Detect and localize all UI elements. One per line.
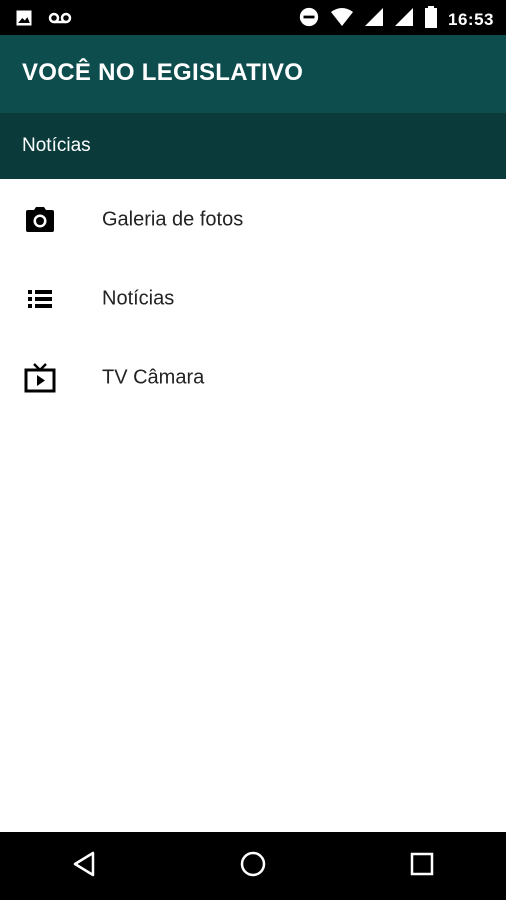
wifi-icon [330, 7, 354, 32]
menu-item-galeria-de-fotos[interactable]: Galeria de fotos [0, 180, 506, 259]
recents-icon [409, 851, 435, 882]
do-not-disturb-icon [298, 6, 320, 33]
section-title: Notícias [22, 135, 91, 156]
list-icon [24, 283, 56, 315]
navigation-bar [0, 832, 506, 900]
menu-item-label: Notícias [102, 287, 175, 309]
menu-item-noticias[interactable]: Notícias [0, 259, 506, 338]
menu-item-tv-camara[interactable]: TV Câmara [0, 338, 506, 417]
image-icon [14, 8, 34, 33]
status-bar: 16:53 [0, 0, 506, 35]
menu-item-label: TV Câmara [102, 366, 205, 388]
tv-icon [24, 362, 56, 394]
home-button[interactable] [223, 836, 283, 896]
clock: 16:53 [448, 9, 494, 29]
back-icon [71, 850, 97, 883]
camera-icon [24, 204, 56, 236]
voicemail-icon [48, 10, 72, 31]
signal-icon [364, 7, 384, 32]
menu-list: Galeria de fotos Notícias TV Câmara [0, 180, 506, 417]
signal-icon-2 [394, 7, 414, 32]
battery-icon [424, 6, 438, 33]
menu-item-label: Galeria de fotos [102, 208, 244, 230]
recents-button[interactable] [392, 836, 452, 896]
app-title: VOCÊ NO LEGISLATIVO [22, 59, 304, 86]
home-icon [239, 850, 267, 883]
app-bar: VOCÊ NO LEGISLATIVO [0, 35, 506, 113]
section-header: Notícias [0, 113, 506, 179]
back-button[interactable] [54, 836, 114, 896]
